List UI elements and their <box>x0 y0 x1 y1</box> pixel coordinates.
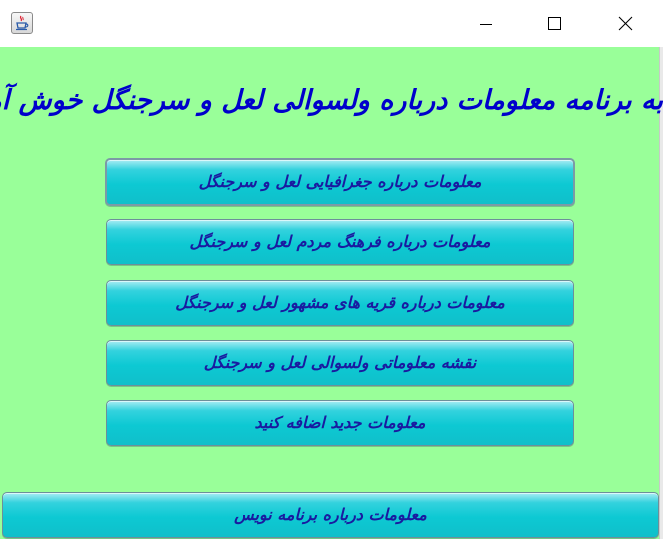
maximize-button[interactable] <box>531 0 577 47</box>
villages-info-label: معلومات درباره قریه های مشهور لعل و سرجن… <box>175 293 505 312</box>
culture-info-label: معلومات درباره فرهنگ مردم لعل و سرجنگل <box>189 232 491 251</box>
add-info-label: معلومات جدید اضافه کنید <box>254 413 426 432</box>
villages-info-button[interactable]: معلومات درباره قریه های مشهور لعل و سرجن… <box>106 280 574 326</box>
close-button[interactable] <box>602 0 648 47</box>
title-bar[interactable] <box>0 0 663 47</box>
minimize-icon <box>480 24 492 25</box>
java-cup-icon[interactable] <box>11 12 33 34</box>
minimize-button[interactable] <box>463 0 509 47</box>
culture-info-button[interactable]: معلومات درباره فرهنگ مردم لعل و سرجنگل <box>106 219 574 265</box>
add-info-button[interactable]: معلومات جدید اضافه کنید <box>106 400 574 446</box>
map-info-label: نقشه معلوماتی ولسوالی لعل و سرجنگل <box>203 353 477 372</box>
about-programmer-button[interactable]: معلومات درباره برنامه نویس <box>2 492 659 538</box>
geography-info-button[interactable]: معلومات درباره جغرافیایی لعل و سرجنگل <box>105 158 575 206</box>
close-icon <box>618 16 633 31</box>
app-window: به برنامه معلومات درباره ولسوالی لعل و س… <box>0 0 663 539</box>
about-programmer-label: معلومات درباره برنامه نویس <box>234 505 427 524</box>
map-info-button[interactable]: نقشه معلوماتی ولسوالی لعل و سرجنگل <box>106 340 574 386</box>
welcome-heading: به برنامه معلومات درباره ولسوالی لعل و س… <box>0 85 663 116</box>
maximize-icon <box>548 17 561 30</box>
geography-info-label: معلومات درباره جغرافیایی لعل و سرجنگل <box>198 172 482 191</box>
